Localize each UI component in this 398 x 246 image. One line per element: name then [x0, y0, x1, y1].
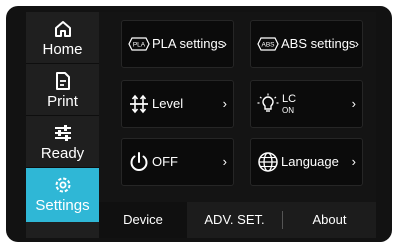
pla-badge-icon: PLA	[128, 33, 150, 55]
chevron-right-icon: ›	[222, 154, 227, 169]
document-icon	[26, 71, 99, 91]
chevron-right-icon: ›	[354, 36, 359, 51]
tab-about[interactable]: About	[283, 202, 376, 238]
tile-label: Level	[152, 96, 184, 111]
sidebar-item-home[interactable]: Home	[26, 12, 99, 64]
tile-label: PLA settings	[152, 36, 225, 51]
tab-device[interactable]: Device	[99, 202, 187, 238]
chevron-right-icon: ›	[351, 154, 356, 169]
chevron-right-icon: ›	[222, 96, 227, 111]
power-icon	[128, 151, 150, 173]
pla-settings-button[interactable]: PLA PLA settings ›	[121, 20, 234, 68]
sliders-icon	[26, 123, 99, 143]
svg-text:PLA: PLA	[133, 42, 146, 49]
level-button[interactable]: Level ›	[121, 80, 234, 128]
sidebar-item-settings[interactable]: Settings	[26, 168, 99, 222]
sidebar-item-label: Ready	[40, 145, 85, 162]
sidebar-item-label: Settings	[35, 197, 90, 214]
gear-icon	[26, 175, 99, 195]
svg-text:ABS: ABS	[261, 42, 275, 49]
lc-toggle-button[interactable]: LC ON ›	[250, 80, 363, 128]
touch-screen: Home Print Ready Settings PLA PLA settin…	[26, 12, 376, 238]
sidebar-item-label: Print	[47, 93, 78, 110]
home-icon	[26, 19, 99, 39]
bottom-tab-bar: Device ADV. SET. About	[99, 202, 376, 238]
sidebar-item-ready[interactable]: Ready	[26, 116, 99, 168]
globe-icon	[257, 151, 279, 173]
light-bulb-icon	[257, 93, 279, 115]
tile-label: Language	[281, 154, 339, 169]
level-arrows-icon	[128, 93, 150, 115]
sidebar: Home Print Ready Settings	[26, 12, 99, 238]
tile-label: LC	[282, 93, 297, 105]
off-button[interactable]: OFF ›	[121, 138, 234, 186]
abs-badge-icon: ABS	[257, 33, 279, 55]
tile-label: OFF	[152, 154, 178, 169]
chevron-right-icon: ›	[222, 36, 227, 51]
sidebar-item-label: Home	[42, 41, 83, 58]
tile-label: ABS settings	[281, 36, 356, 51]
tab-adv-set[interactable]: ADV. SET.	[187, 202, 282, 238]
language-button[interactable]: Language ›	[250, 138, 363, 186]
abs-settings-button[interactable]: ABS ABS settings ›	[250, 20, 363, 68]
lc-status-text: ON	[282, 106, 294, 115]
chevron-right-icon: ›	[351, 96, 356, 111]
sidebar-item-print[interactable]: Print	[26, 64, 99, 116]
